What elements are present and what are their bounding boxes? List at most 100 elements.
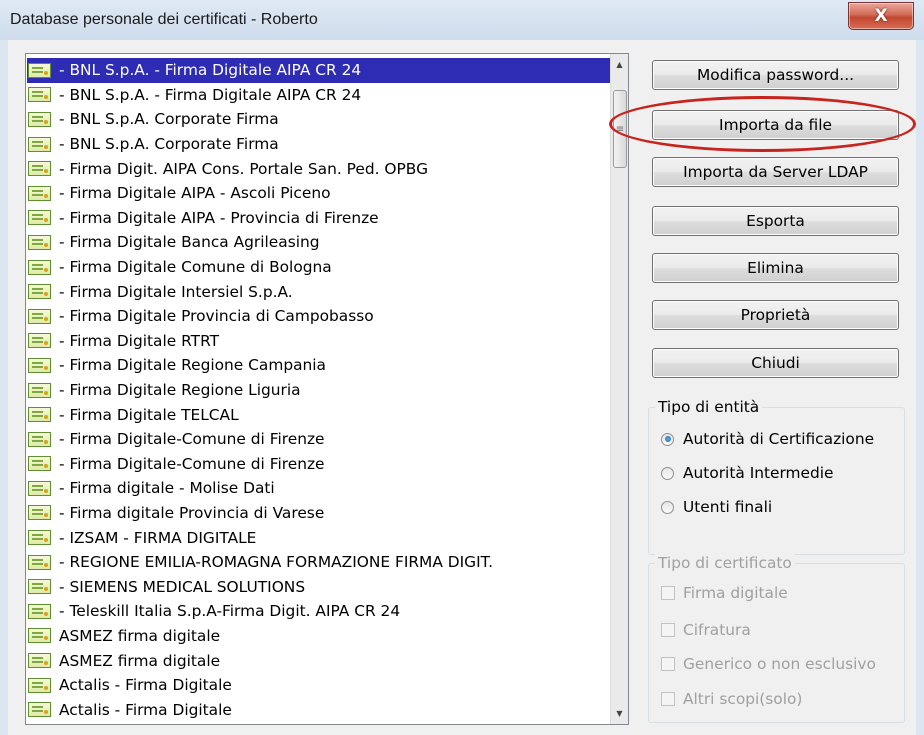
- certificate-list-item[interactable]: - Firma Digitale AIPA - Provincia di Fir…: [27, 206, 610, 231]
- certificate-list-items: - BNL S.p.A. - Firma Digitale AIPA CR 24…: [27, 58, 610, 722]
- close-window-button[interactable]: X: [848, 2, 914, 30]
- checkbox-label: Altri scopi(solo): [683, 690, 803, 708]
- certificate-name: - Firma Digitale Intersiel S.p.A.: [59, 282, 293, 301]
- checkbox-encryption[interactable]: Cifratura: [661, 621, 751, 639]
- checkbox-icon: [661, 692, 675, 706]
- title-bar: Database personale dei certificati - Rob…: [0, 0, 924, 40]
- certificate-name: - IZSAM - FIRMA DIGITALE: [59, 528, 257, 547]
- checkbox-label: Cifratura: [683, 621, 751, 639]
- certificate-icon: [28, 530, 51, 546]
- certificate-list-item[interactable]: Actalis - Firma Digitale: [27, 673, 610, 698]
- certificate-icon: [28, 210, 51, 226]
- certificate-list-item[interactable]: - BNL S.p.A. - Firma Digitale AIPA CR 24: [27, 83, 610, 108]
- checkbox-other-purposes[interactable]: Altri scopi(solo): [661, 690, 802, 708]
- certificate-name: - Firma Digitale-Comune di Firenze: [59, 454, 325, 473]
- radio-icon: [661, 466, 674, 480]
- certificate-list-item[interactable]: - Firma Digit. AIPA Cons. Portale San. P…: [27, 156, 610, 181]
- certificate-list-item[interactable]: - Firma digitale - Molise Dati: [27, 476, 610, 501]
- certificate-icon: [28, 357, 51, 373]
- certificate-icon: [28, 382, 51, 398]
- certificate-list-item[interactable]: - REGIONE EMILIA-ROMAGNA FORMAZIONE FIRM…: [27, 550, 610, 575]
- certificate-name: - Firma Digitale Comune di Bologna: [59, 258, 332, 277]
- certificate-icon: [28, 431, 51, 447]
- certificate-list-item[interactable]: - BNL S.p.A. Corporate Firma: [27, 107, 610, 132]
- scroll-down-arrow-icon[interactable]: ▼: [611, 705, 628, 722]
- certificate-icon: [28, 480, 51, 496]
- import-ldap-button[interactable]: Importa da Server LDAP: [652, 157, 899, 187]
- certificate-list-item[interactable]: - Firma Digitale Regione Liguria: [27, 378, 610, 403]
- certificate-list-item[interactable]: - IZSAM - FIRMA DIGITALE: [27, 525, 610, 550]
- certificate-name: - BNL S.p.A. - Firma Digitale AIPA CR 24: [59, 61, 362, 80]
- certificate-list-item[interactable]: - Firma digitale Provincia di Varese: [27, 501, 610, 526]
- certificate-list-item[interactable]: - Firma Digitale RTRT: [27, 329, 610, 354]
- certificate-list-item[interactable]: - Firma Digitale Banca Agrileasing: [27, 230, 610, 255]
- import-file-button[interactable]: Importa da file: [652, 110, 899, 140]
- certificate-list-item[interactable]: - Firma Digitale-Comune di Firenze: [27, 427, 610, 452]
- certificate-name: - Firma Digitale Banca Agrileasing: [59, 233, 320, 252]
- certificate-icon: [28, 185, 51, 201]
- certificate-icon: [28, 579, 51, 595]
- certificate-name: - BNL S.p.A. Corporate Firma: [59, 135, 279, 154]
- certificate-icon: [28, 628, 51, 644]
- certificate-name: Actalis - Firma Digitale: [59, 676, 232, 695]
- certificate-name: - Firma Digit. AIPA Cons. Portale San. P…: [59, 159, 429, 178]
- certificate-icon: [28, 234, 51, 250]
- certificate-icon: [28, 554, 51, 570]
- certificate-icon: [28, 161, 51, 177]
- certificate-icon: [28, 259, 51, 275]
- certificate-name: - Firma digitale - Molise Dati: [59, 479, 275, 498]
- certificate-icon: [28, 677, 51, 693]
- certificate-name: - Firma Digitale Provincia di Campobasso: [59, 307, 374, 326]
- certificate-list-item[interactable]: - BNL S.p.A. Corporate Firma: [27, 132, 610, 157]
- checkbox-icon: [661, 657, 675, 671]
- entity-type-legend: Tipo di entità: [655, 398, 763, 416]
- properties-button[interactable]: Proprietà: [652, 300, 899, 330]
- window-title: Database personale dei certificati - Rob…: [10, 11, 318, 28]
- certificate-list-item[interactable]: - Firma Digitale Provincia di Campobasso: [27, 304, 610, 329]
- checkbox-digital-signature[interactable]: Firma digitale: [661, 584, 788, 602]
- certificate-list-item[interactable]: - SIEMENS MEDICAL SOLUTIONS: [27, 574, 610, 599]
- certificate-list-item[interactable]: - Firma Digitale TELCAL: [27, 402, 610, 427]
- checkbox-label: Firma digitale: [683, 584, 788, 602]
- certificate-list-item[interactable]: ASMEZ firma digitale: [27, 648, 610, 673]
- radio-intermediate-authority[interactable]: Autorità Intermedie: [661, 464, 834, 482]
- radio-end-users[interactable]: Utenti finali: [661, 498, 772, 516]
- certificate-name: - Firma Digitale TELCAL: [59, 405, 239, 424]
- certificate-name: - BNL S.p.A. - Firma Digitale AIPA CR 24: [59, 85, 362, 104]
- certificate-type-legend: Tipo di certificato: [655, 554, 795, 572]
- certificate-name: - Firma Digitale Regione Campania: [59, 356, 326, 375]
- certificate-icon: [28, 62, 51, 78]
- certificate-name: - Firma Digitale AIPA - Ascoli Piceno: [59, 184, 331, 203]
- scrollbar-grip-icon: ≡: [615, 123, 625, 135]
- modify-password-button[interactable]: Modifica password...: [652, 60, 899, 90]
- radio-icon: [661, 432, 674, 446]
- certificate-list-item[interactable]: - Firma Digitale AIPA - Ascoli Piceno: [27, 181, 610, 206]
- radio-label: Autorità di Certificazione: [683, 430, 875, 448]
- certificate-list-item[interactable]: - Firma Digitale-Comune di Firenze: [27, 452, 610, 477]
- radio-certification-authority[interactable]: Autorità di Certificazione: [661, 430, 874, 448]
- checkbox-generic[interactable]: Generico o non esclusivo: [661, 655, 876, 673]
- certificate-icon: [28, 407, 51, 423]
- certificate-list-item[interactable]: - Firma Digitale Comune di Bologna: [27, 255, 610, 280]
- certificate-icon: [28, 284, 51, 300]
- vertical-scrollbar[interactable]: ▲ ≡ ▼: [610, 54, 628, 724]
- checkbox-icon: [661, 623, 675, 637]
- scrollbar-thumb[interactable]: ≡: [613, 90, 627, 168]
- certificate-name: ASMEZ firma digitale: [59, 651, 221, 670]
- close-button[interactable]: Chiudi: [652, 348, 899, 378]
- certificate-list-item[interactable]: ASMEZ firma digitale: [27, 624, 610, 649]
- certificate-list-item[interactable]: - Firma Digitale Regione Campania: [27, 353, 610, 378]
- certificate-list-item[interactable]: - BNL S.p.A. - Firma Digitale AIPA CR 24: [27, 58, 610, 83]
- certificate-name: - Firma Digitale Regione Liguria: [59, 381, 301, 400]
- certificate-list-item[interactable]: - Teleskill Italia S.p.A-Firma Digit. AI…: [27, 599, 610, 624]
- certificate-type-group: Tipo di certificato Firma digitale Cifra…: [648, 554, 905, 723]
- delete-button[interactable]: Elimina: [652, 253, 899, 283]
- certificate-icon: [28, 136, 51, 152]
- scroll-up-arrow-icon[interactable]: ▲: [611, 56, 628, 73]
- checkbox-icon: [661, 586, 675, 600]
- export-button[interactable]: Esporta: [652, 206, 899, 236]
- certificate-list[interactable]: - BNL S.p.A. - Firma Digitale AIPA CR 24…: [25, 53, 629, 725]
- certificate-list-item[interactable]: Actalis - Firma Digitale: [27, 697, 610, 722]
- certificate-name: - SIEMENS MEDICAL SOLUTIONS: [59, 577, 306, 596]
- certificate-list-item[interactable]: - Firma Digitale Intersiel S.p.A.: [27, 279, 610, 304]
